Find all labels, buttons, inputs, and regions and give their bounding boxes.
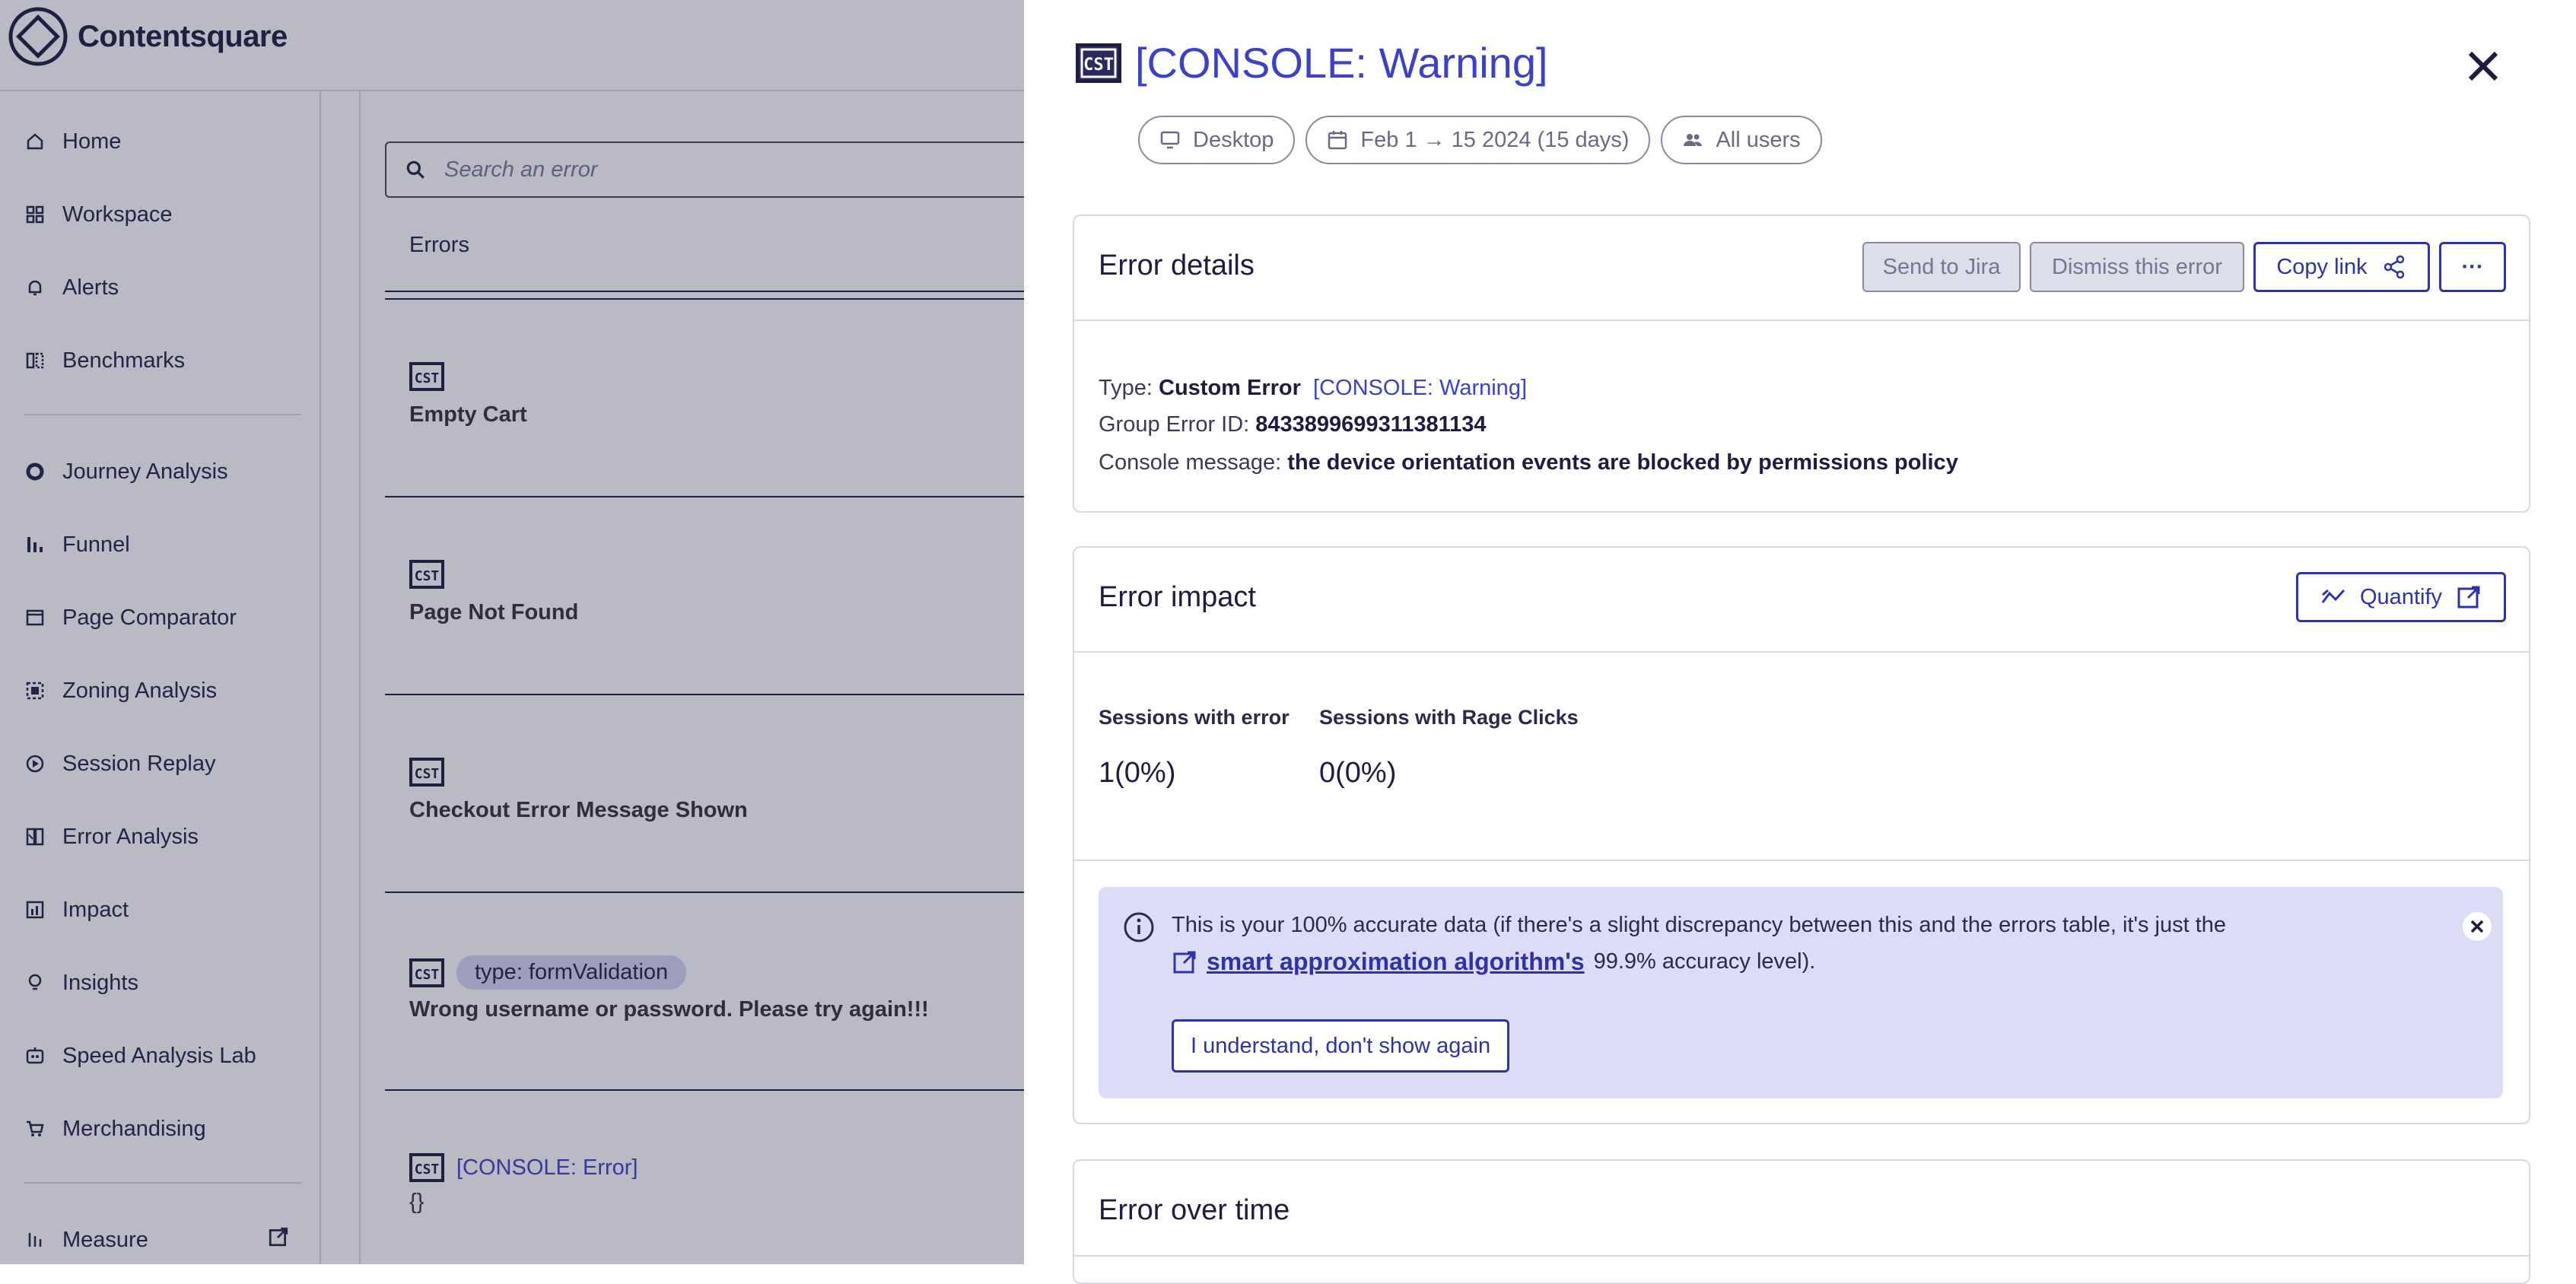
users-filter-label: All users xyxy=(1716,127,1801,152)
info-icon xyxy=(1124,912,1154,942)
error-type-tag[interactable]: [CONSOLE: Warning] xyxy=(1313,376,1527,400)
desktop-icon xyxy=(1160,131,1180,149)
sessions-with-error-metric: Sessions with error 1(0%) xyxy=(1099,706,1290,790)
divider xyxy=(1074,1255,2529,1257)
sessions-with-rage-clicks-metric: Sessions with Rage Clicks 0(0%) xyxy=(1319,706,1579,790)
metric-value: 0(0%) xyxy=(1319,757,1397,789)
copy-link-label: Copy link xyxy=(2276,254,2368,279)
page-title: [CONSOLE: Warning] xyxy=(1135,39,1548,87)
date-filter-label: Feb 1 → 15 2024 (15 days) xyxy=(1360,127,1630,152)
info-tail-text: 99.9% accuracy level). xyxy=(1593,949,1816,974)
info-text-continued: smart approximation algorithm's 99.9% ac… xyxy=(1172,948,1815,976)
svg-text:CST: CST xyxy=(1083,56,1114,75)
external-link-icon xyxy=(2457,586,2480,609)
date-filter[interactable]: Feb 1 → 15 2024 (15 days) xyxy=(1305,116,1651,164)
group-error-id-row: Group Error ID: 8433899699311381134 xyxy=(1099,412,1487,437)
error-details-card: Error details Send to Jira Dismiss this … xyxy=(1073,215,2530,513)
card-header: Error impact Quantify xyxy=(1074,548,2529,653)
card-title: Error over time xyxy=(1099,1194,1290,1226)
quantify-label: Quantify xyxy=(2360,584,2442,609)
dont-show-again-button[interactable]: I understand, don't show again xyxy=(1172,1019,1510,1073)
metric-label: Sessions with Rage Clicks xyxy=(1319,706,1579,729)
console-message-row: Console message: the device orientation … xyxy=(1099,450,1958,475)
close-icon[interactable] xyxy=(2462,911,2492,942)
custom-error-icon: CST xyxy=(1076,43,1121,83)
error-detail-drawer: CST [CONSOLE: Warning] Desktop Feb 1 → 1… xyxy=(1024,0,2576,1284)
trend-icon xyxy=(2321,589,2345,603)
copy-link-button[interactable]: Copy link xyxy=(2253,242,2430,292)
error-impact-card: Error impact Quantify Sessions with erro… xyxy=(1073,546,2530,1124)
metric-value: 1(0%) xyxy=(1099,757,1176,789)
device-filter[interactable]: Desktop xyxy=(1138,116,1296,164)
close-icon[interactable] xyxy=(2464,47,2502,85)
calendar-icon xyxy=(1328,131,1347,150)
card-title: Error details xyxy=(1099,249,1255,281)
info-text: This is your 100% accurate data (if ther… xyxy=(1172,913,2227,937)
filter-bar: Desktop Feb 1 → 15 2024 (15 days) All us… xyxy=(1138,116,1822,164)
card-header: Error details Send to Jira Dismiss this … xyxy=(1074,216,2529,321)
error-over-time-card: Error over time xyxy=(1073,1159,2530,1284)
modal-backdrop[interactable] xyxy=(0,0,1024,1264)
device-filter-label: Desktop xyxy=(1193,127,1274,152)
users-filter[interactable]: All users xyxy=(1661,116,1822,164)
error-type-row: Type: Custom Error [CONSOLE: Warning] xyxy=(1099,376,1527,400)
divider xyxy=(1074,860,2529,861)
drawer-header: CST [CONSOLE: Warning] xyxy=(1076,38,1548,87)
share-icon xyxy=(2384,255,2404,279)
dismiss-error-button[interactable]: Dismiss this error xyxy=(2030,242,2244,292)
external-link-icon xyxy=(1173,951,1196,973)
send-to-jira-button[interactable]: Send to Jira xyxy=(1862,242,2021,292)
metric-label: Sessions with error xyxy=(1099,706,1290,729)
quantify-button[interactable]: Quantify xyxy=(2296,572,2506,622)
accuracy-info-banner: This is your 100% accurate data (if ther… xyxy=(1099,887,2503,1098)
users-icon xyxy=(1684,134,1703,146)
more-options-button[interactable]: ··· xyxy=(2439,242,2506,292)
approximation-algorithm-link[interactable]: smart approximation algorithm's xyxy=(1207,948,1585,976)
card-title: Error impact xyxy=(1099,581,1256,613)
